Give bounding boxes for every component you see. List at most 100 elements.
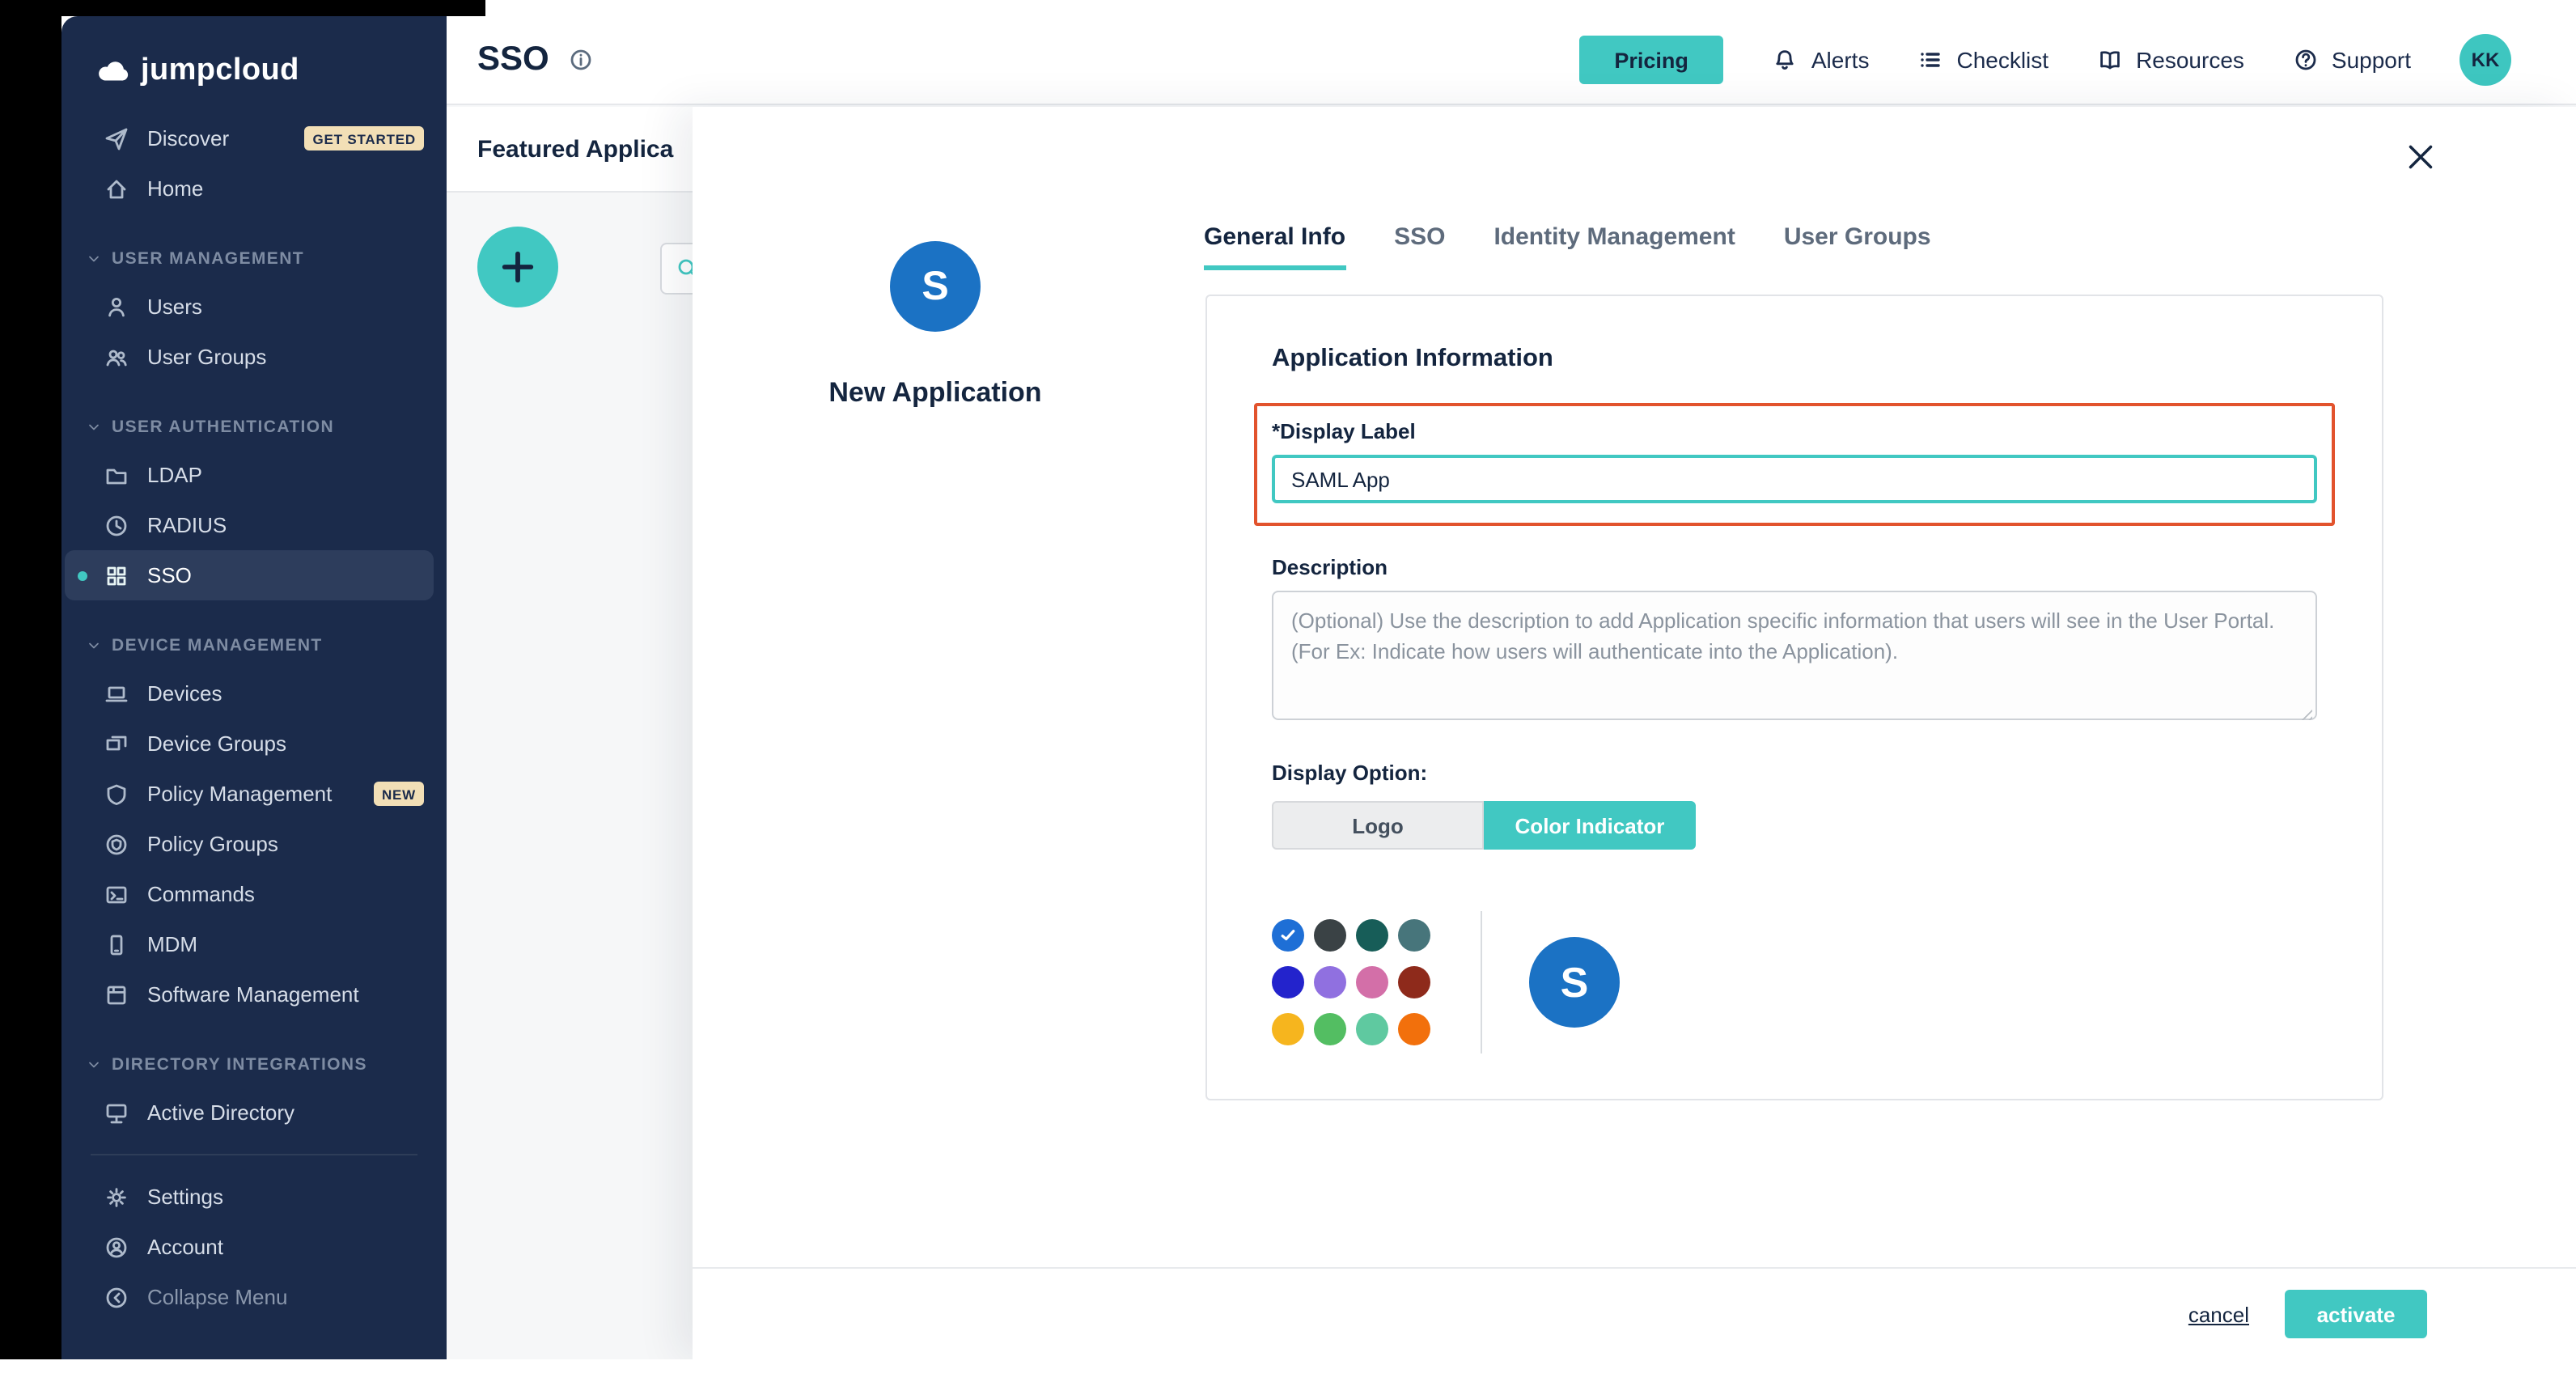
display-option-toggle: Logo Color Indicator	[1272, 801, 1696, 850]
folder-icon	[104, 462, 129, 488]
paper-plane-icon	[104, 125, 129, 151]
color-swatch[interactable]	[1356, 919, 1388, 952]
sidebar-item-ldap[interactable]: LDAP	[61, 450, 447, 500]
user-avatar[interactable]: KK	[2459, 34, 2511, 86]
color-swatch[interactable]	[1314, 1013, 1346, 1045]
sidebar-item-label: Commands	[147, 882, 255, 906]
screen: jumpcloud Discover GET STARTED Home U	[0, 0, 2576, 1382]
color-indicator-preview: S	[1529, 937, 1620, 1028]
color-swatch[interactable]	[1314, 919, 1346, 952]
description-label: Description	[1272, 555, 2317, 579]
get-started-badge: GET STARTED	[305, 126, 425, 150]
sidebar-item-settings[interactable]: Settings	[61, 1172, 447, 1222]
color-swatch[interactable]	[1398, 1013, 1430, 1045]
sidebar-item-label: Users	[147, 295, 202, 319]
screen-edge-top	[0, 0, 485, 16]
support-button[interactable]: Support	[2293, 47, 2411, 73]
sidebar-item-user-groups[interactable]: User Groups	[61, 332, 447, 382]
tab-user-groups[interactable]: User Groups	[1784, 223, 1931, 270]
plus-icon	[497, 246, 539, 288]
gear-icon	[104, 1184, 129, 1210]
tab-general-info[interactable]: General Info	[1204, 223, 1345, 270]
sidebar-item-label: Policy Management	[147, 782, 332, 806]
sidebar-item-label: MDM	[147, 932, 197, 956]
sidebar-item-policy-management[interactable]: Policy Management NEW	[61, 769, 447, 819]
tab-identity-management[interactable]: Identity Management	[1493, 223, 1735, 270]
pricing-button[interactable]: Pricing	[1578, 36, 1724, 84]
card-title: Application Information	[1272, 345, 2317, 374]
logo-toggle-button[interactable]: Logo	[1272, 801, 1484, 850]
alerts-button[interactable]: Alerts	[1773, 47, 1870, 73]
sidebar-item-commands[interactable]: Commands	[61, 869, 447, 919]
swatch-preview-divider	[1481, 911, 1482, 1053]
sidebar-item-users[interactable]: Users	[61, 282, 447, 332]
bell-icon	[1773, 47, 1799, 73]
device-groups-icon	[104, 731, 129, 757]
color-swatch[interactable]	[1272, 966, 1304, 998]
sidebar-item-mdm[interactable]: MDM	[61, 919, 447, 969]
sidebar-item-discover[interactable]: Discover GET STARTED	[61, 113, 447, 163]
sidebar-item-active-directory[interactable]: Active Directory	[61, 1087, 447, 1138]
modal-tabs: General Info SSO Identity Management Use…	[1204, 223, 1931, 270]
sidebar-item-label: Discover	[147, 126, 229, 150]
sidebar-item-device-groups[interactable]: Device Groups	[61, 719, 447, 769]
display-label-input[interactable]	[1272, 455, 2317, 503]
tab-sso[interactable]: SSO	[1394, 223, 1445, 270]
checklist-label: Checklist	[1956, 47, 2049, 73]
color-swatch[interactable]	[1398, 919, 1430, 952]
sidebar-item-label: Policy Groups	[147, 832, 278, 856]
jumpcloud-logo[interactable]: jumpcloud	[61, 16, 447, 113]
color-swatch[interactable]	[1272, 1013, 1304, 1045]
sidebar-item-label: Devices	[147, 681, 222, 706]
info-icon[interactable]	[569, 47, 595, 73]
sidebar: jumpcloud Discover GET STARTED Home U	[61, 16, 447, 1359]
sidebar-item-label: Device Groups	[147, 731, 286, 756]
application-summary: S New Application	[693, 107, 1178, 409]
section-title-label: USER AUTHENTICATION	[112, 418, 334, 437]
section-title-label: USER MANAGEMENT	[112, 249, 304, 269]
application-avatar: S	[890, 241, 981, 332]
resources-button[interactable]: Resources	[2097, 47, 2244, 73]
sidebar-item-home[interactable]: Home	[61, 163, 447, 214]
color-swatch[interactable]	[1356, 966, 1388, 998]
color-swatch-grid	[1272, 919, 1430, 1045]
sidebar-item-sso[interactable]: SSO	[65, 550, 434, 600]
resources-label: Resources	[2136, 47, 2244, 73]
phone-icon	[104, 931, 129, 957]
screen-edge-left	[0, 0, 61, 1359]
description-field-wrap	[1272, 591, 2317, 728]
sidebar-item-radius[interactable]: RADIUS	[61, 500, 447, 550]
section-user-authentication[interactable]: USER AUTHENTICATION	[61, 405, 447, 450]
section-directory-integrations[interactable]: DIRECTORY INTEGRATIONS	[61, 1042, 447, 1087]
laptop-icon	[104, 680, 129, 706]
description-textarea[interactable]	[1272, 591, 2317, 720]
question-icon	[2293, 47, 2319, 73]
chevron-down-icon	[86, 638, 102, 654]
sidebar-item-policy-groups[interactable]: Policy Groups	[61, 819, 447, 869]
check-icon	[1278, 926, 1298, 945]
section-title-label: DEVICE MANAGEMENT	[112, 636, 323, 655]
color-swatch[interactable]	[1398, 966, 1430, 998]
add-application-button[interactable]	[477, 227, 558, 307]
sidebar-item-devices[interactable]: Devices	[61, 668, 447, 719]
close-icon[interactable]	[2401, 138, 2440, 176]
terminal-icon	[104, 881, 129, 907]
cancel-link[interactable]: cancel	[2188, 1302, 2249, 1326]
main-area: SSO Pricing Alerts	[447, 16, 2576, 1359]
activate-button[interactable]: activate	[2285, 1290, 2427, 1338]
checklist-button[interactable]: Checklist	[1917, 47, 2049, 73]
application-name: New Application	[693, 377, 1178, 409]
sidebar-item-label: Software Management	[147, 982, 359, 1007]
color-swatch[interactable]	[1356, 1013, 1388, 1045]
sidebar-item-collapse-menu[interactable]: Collapse Menu	[61, 1272, 447, 1322]
section-user-management[interactable]: USER MANAGEMENT	[61, 236, 447, 282]
section-device-management[interactable]: DEVICE MANAGEMENT	[61, 623, 447, 668]
color-swatch-selected[interactable]	[1272, 919, 1304, 952]
cloud-logo-icon	[94, 53, 129, 89]
sidebar-item-software-management[interactable]: Software Management	[61, 969, 447, 1020]
sidebar-item-account[interactable]: Account	[61, 1222, 447, 1272]
sidebar-item-label: Collapse Menu	[147, 1285, 287, 1309]
color-indicator-toggle-button[interactable]: Color Indicator	[1484, 801, 1696, 850]
color-swatch[interactable]	[1314, 966, 1346, 998]
user-groups-icon	[104, 344, 129, 370]
